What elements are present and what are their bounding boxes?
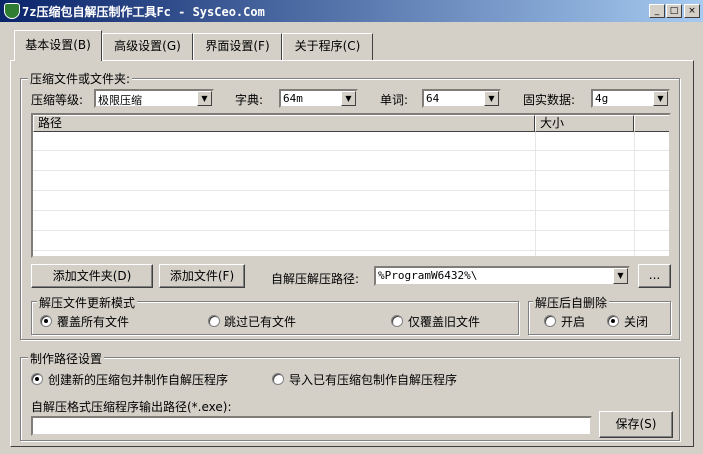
table-row [33,170,669,171]
chevron-down-icon[interactable]: ▼ [484,91,499,106]
add-folder-button[interactable]: 添加文件夹(D) [31,264,153,288]
save-button[interactable]: 保存(S) [599,411,673,438]
option-overwrite-all[interactable]: 覆盖所有文件 [57,313,129,330]
solid-label: 固实数据: [523,93,576,107]
column-header-extra[interactable] [634,115,669,132]
radio-overwrite-older[interactable] [391,315,403,327]
auto-delete-legend: 解压后自删除 [533,294,610,311]
close-button[interactable]: × [684,4,700,18]
column-header-path[interactable]: 路径 [33,115,535,132]
radio-delete-on[interactable] [544,315,556,327]
output-path-field[interactable] [31,416,592,436]
table-row [33,150,669,151]
level-label: 压缩等级: [31,93,84,107]
extract-path-value: %ProgramW6432%\ [378,269,478,282]
word-label: 单词: [380,93,409,107]
option-skip-existing[interactable]: 跳过已有文件 [224,313,296,330]
table-row [33,250,669,251]
file-list[interactable]: 路径 大小 [31,113,671,258]
table-row [33,190,669,191]
radio-import-existing[interactable] [272,373,284,385]
browse-button[interactable]: ... [638,264,671,288]
table-row [33,230,669,231]
level-value: 极限压缩 [98,94,142,107]
compress-group-legend: 压缩文件或文件夹: [28,70,133,87]
level-select[interactable]: 极限压缩 ▼ [94,89,214,108]
word-value: 64 [426,92,440,105]
update-mode-legend: 解压文件更新模式 [37,294,138,311]
option-delete-off[interactable]: 关闭 [624,313,648,330]
tab-advanced-settings[interactable]: 高级设置(G) [102,33,193,60]
maximize-button[interactable]: □ [666,4,682,18]
table-row [33,210,669,211]
word-select[interactable]: 64 ▼ [422,89,501,108]
extract-path-label: 自解压解压路径: [271,272,360,286]
column-header-size[interactable]: 大小 [535,115,634,132]
tab-interface-settings[interactable]: 界面设置(F) [193,33,282,60]
option-overwrite-older[interactable]: 仅覆盖旧文件 [408,313,480,330]
radio-overwrite-all[interactable] [40,315,52,327]
dict-value: 64m [283,92,303,105]
option-create-new[interactable]: 创建新的压缩包并制作自解压程序 [48,371,228,388]
solid-select[interactable]: 4g ▼ [591,89,670,108]
tab-basic-settings[interactable]: 基本设置(B) [14,30,102,61]
dict-select[interactable]: 64m ▼ [279,89,358,108]
chevron-down-icon[interactable]: ▼ [341,91,356,106]
radio-skip-existing[interactable] [208,315,220,327]
app-icon [4,3,20,19]
option-delete-on[interactable]: 开启 [561,313,585,330]
make-path-legend: 制作路径设置 [28,350,105,367]
tab-about[interactable]: 关于程序(C) [282,33,373,60]
chevron-down-icon[interactable]: ▼ [197,91,212,106]
solid-value: 4g [595,92,609,105]
output-path-label: 自解压格式压缩程序输出路径(*.exe): [31,400,232,414]
add-file-button[interactable]: 添加文件(F) [159,264,245,288]
radio-create-new[interactable] [31,373,43,385]
option-import-existing[interactable]: 导入已有压缩包制作自解压程序 [289,371,457,388]
extract-path-select[interactable]: %ProgramW6432%\ ▼ [374,266,630,286]
chevron-down-icon[interactable]: ▼ [653,91,668,106]
window-title: 7z压缩包自解压制作工具Fc - SysCeo.Com [22,5,265,19]
chevron-down-icon[interactable]: ▼ [613,268,628,284]
minimize-button[interactable]: _ [649,4,665,18]
dict-label: 字典: [235,93,264,107]
radio-delete-off[interactable] [607,315,619,327]
